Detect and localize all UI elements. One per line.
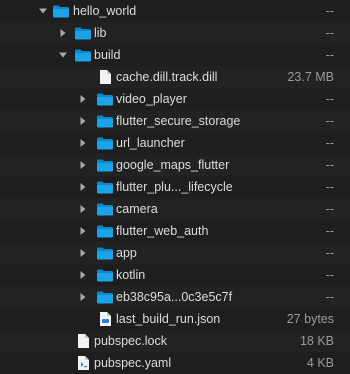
item-name: pubspec.yaml — [94, 356, 172, 370]
disclosure-collapsed-icon[interactable] — [78, 160, 88, 170]
item-size: 4 KB — [306, 356, 334, 370]
disclosure-collapsed-icon[interactable] — [58, 28, 68, 38]
item-name: flutter_web_auth — [116, 224, 209, 238]
item-size: -- — [325, 26, 334, 40]
item-name: google_maps_flutter — [116, 158, 230, 172]
item-name: last_build_run.json — [116, 312, 221, 326]
yaml-file-icon — [74, 355, 92, 371]
folder-icon — [96, 91, 114, 107]
disclosure-collapsed-icon[interactable] — [78, 292, 88, 302]
item-name: video_player — [116, 92, 187, 106]
folder-icon — [74, 25, 92, 41]
item-name: hello_world — [73, 4, 137, 18]
tree-row[interactable]: hello_world -- — [0, 0, 350, 22]
tree-row[interactable]: google_maps_flutter -- — [0, 154, 350, 176]
file-icon — [96, 69, 114, 85]
item-name: kotlin — [116, 268, 146, 282]
item-size: 23.7 MB — [287, 70, 334, 84]
item-size: -- — [325, 48, 334, 62]
folder-icon — [96, 245, 114, 261]
disclosure-collapsed-icon[interactable] — [78, 138, 88, 148]
tree-row[interactable]: last_build_run.json 27 bytes — [0, 308, 350, 330]
tree-row[interactable]: flutter_secure_storage -- — [0, 110, 350, 132]
tree-row[interactable]: video_player -- — [0, 88, 350, 110]
item-size: -- — [325, 290, 334, 304]
tree-row[interactable]: pubspec.yaml 4 KB — [0, 352, 350, 374]
file-tree: hello_world -- lib -- build -- cache.dill.trac… — [0, 0, 350, 374]
item-size: -- — [325, 92, 334, 106]
tree-row[interactable]: cache.dill.track.dill 23.7 MB — [0, 66, 350, 88]
tree-row[interactable]: eb38c95a...0c3e5c7f -- — [0, 286, 350, 308]
disclosure-collapsed-icon[interactable] — [78, 116, 88, 126]
item-size: -- — [325, 114, 334, 128]
item-name: eb38c95a...0c3e5c7f — [116, 290, 233, 304]
item-size: 27 bytes — [286, 312, 334, 326]
item-size: -- — [325, 246, 334, 260]
folder-icon — [96, 157, 114, 173]
json-file-icon — [96, 311, 114, 327]
item-name: app — [116, 246, 137, 260]
item-name: lib — [94, 26, 107, 40]
tree-row[interactable]: lib -- — [0, 22, 350, 44]
disclosure-collapsed-icon[interactable] — [78, 182, 88, 192]
folder-icon — [96, 201, 114, 217]
tree-row[interactable]: pubspec.lock 18 KB — [0, 330, 350, 352]
item-name: flutter_secure_storage — [116, 114, 241, 128]
item-name: build — [94, 48, 121, 62]
folder-icon — [96, 223, 114, 239]
disclosure-collapsed-icon[interactable] — [78, 204, 88, 214]
item-name: camera — [116, 202, 158, 216]
folder-icon — [96, 289, 114, 305]
tree-row[interactable]: build -- — [0, 44, 350, 66]
item-size: -- — [325, 180, 334, 194]
folder-icon — [96, 113, 114, 129]
folder-icon — [96, 179, 114, 195]
item-size: -- — [325, 202, 334, 216]
folder-icon — [96, 135, 114, 151]
disclosure-collapsed-icon[interactable] — [78, 94, 88, 104]
disclosure-collapsed-icon[interactable] — [78, 226, 88, 236]
tree-row[interactable]: camera -- — [0, 198, 350, 220]
disclosure-expanded-icon[interactable] — [58, 50, 68, 60]
disclosure-collapsed-icon[interactable] — [78, 270, 88, 280]
item-size: -- — [325, 268, 334, 282]
folder-icon — [96, 267, 114, 283]
folder-icon — [52, 3, 70, 19]
item-size: -- — [325, 4, 334, 18]
tree-row[interactable]: kotlin -- — [0, 264, 350, 286]
item-name: cache.dill.track.dill — [116, 70, 218, 84]
disclosure-expanded-icon[interactable] — [38, 6, 48, 16]
item-size: -- — [325, 136, 334, 150]
tree-row[interactable]: flutter_web_auth -- — [0, 220, 350, 242]
tree-row[interactable]: flutter_plu..._lifecycle -- — [0, 176, 350, 198]
item-name: url_launcher — [116, 136, 185, 150]
file-icon — [74, 333, 92, 349]
item-size: -- — [325, 158, 334, 172]
tree-row[interactable]: app -- — [0, 242, 350, 264]
item-name: flutter_plu..._lifecycle — [116, 180, 233, 194]
tree-row[interactable]: url_launcher -- — [0, 132, 350, 154]
disclosure-collapsed-icon[interactable] — [78, 248, 88, 258]
folder-icon — [74, 47, 92, 63]
item-name: pubspec.lock — [94, 334, 167, 348]
item-size: 18 KB — [299, 334, 334, 348]
item-size: -- — [325, 224, 334, 238]
